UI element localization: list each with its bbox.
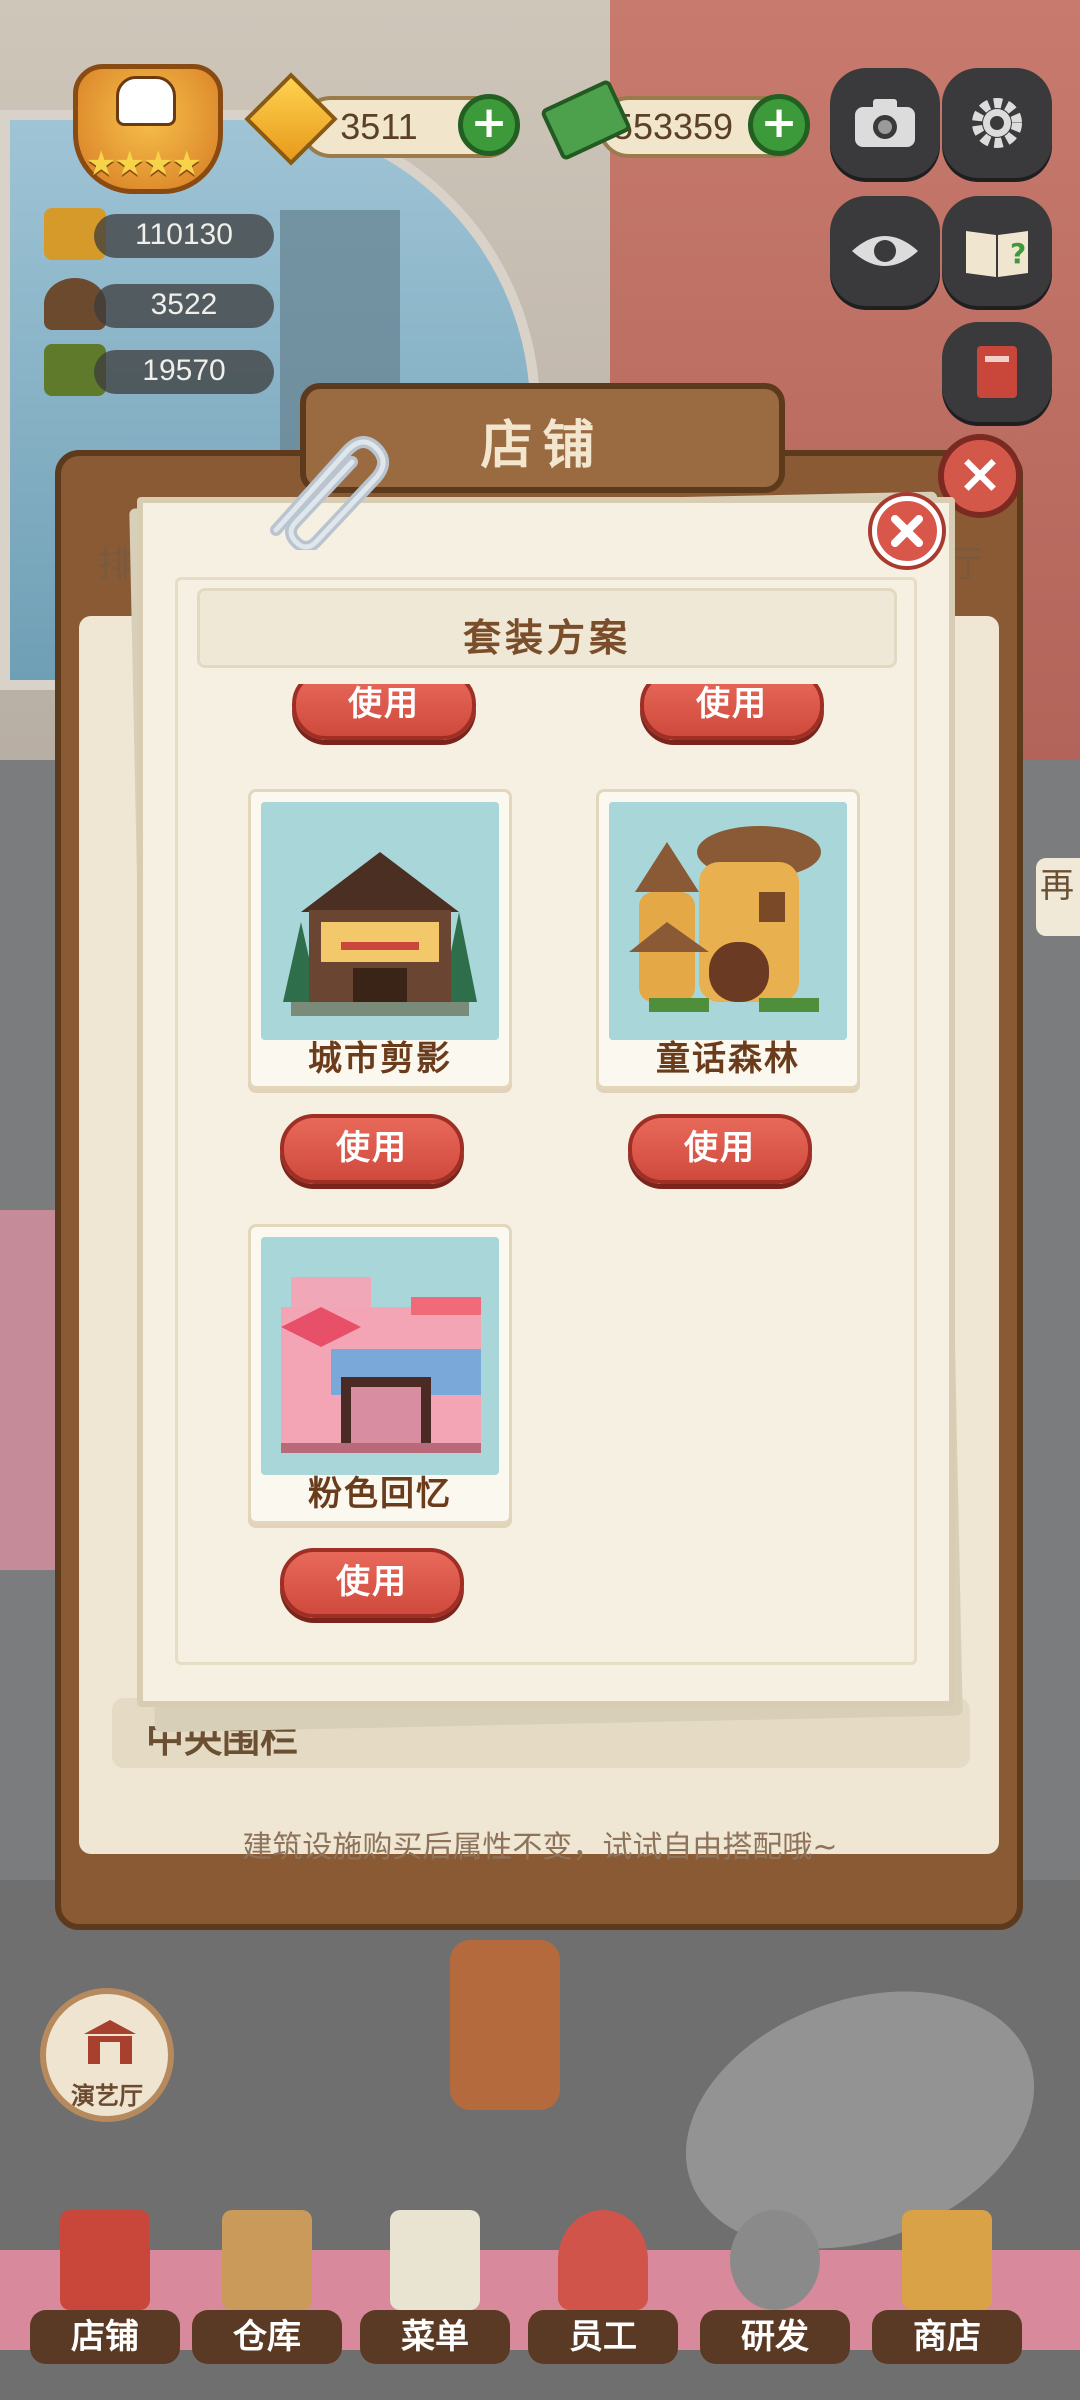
nav-warehouse[interactable]: 仓库	[192, 2210, 342, 2370]
outfit-card-fairy[interactable]: 童话森林	[596, 789, 860, 1089]
use-button[interactable]: 使用	[292, 684, 476, 740]
badge-stars: ★★★★	[86, 144, 202, 184]
nav-label: 员工	[528, 2310, 678, 2364]
planter-decoration	[450, 1940, 560, 2110]
bottom-nav: 店铺 仓库 菜单 员工 研发 商店	[0, 2180, 1080, 2400]
chef-avatar-icon	[558, 2210, 648, 2310]
outfit-plan-modal	[137, 497, 955, 1707]
help-button[interactable]: ?	[942, 196, 1052, 306]
nav-label: 店铺	[30, 2310, 180, 2364]
nav-staff[interactable]: 员工	[528, 2210, 678, 2370]
camera-button[interactable]	[830, 68, 940, 178]
card-name: 城市剪影	[308, 1039, 452, 1079]
camera-icon	[830, 68, 940, 178]
theater-button[interactable]: 演艺厅	[40, 1988, 174, 2122]
card-name: 粉色回忆	[308, 1474, 452, 1514]
help-book-icon: ?	[942, 196, 1052, 306]
side-tag[interactable]: 再	[1036, 858, 1080, 936]
modal-title: 套装方案	[462, 616, 631, 660]
storefront-icon	[902, 2210, 992, 2310]
chef-badge-icon[interactable]: ★★★★	[48, 64, 238, 194]
stat-value-1: 110130	[135, 218, 233, 251]
stat-value-2: 3522	[150, 288, 218, 321]
pink-shop-image	[261, 1237, 499, 1475]
shop-building-icon	[60, 2210, 150, 2310]
nav-shop[interactable]: 店铺	[30, 2210, 180, 2370]
close-icon: ×	[957, 442, 1003, 505]
settings-button[interactable]	[942, 68, 1052, 178]
recipe-button[interactable]	[942, 322, 1052, 422]
use-button[interactable]: 使用	[640, 684, 824, 740]
scrolled-row: 使用 使用	[140, 684, 940, 764]
close-icon	[891, 515, 923, 547]
outfit-card-city[interactable]: 城市剪影	[248, 789, 512, 1089]
outfit-card-pink[interactable]: 粉色回忆	[248, 1224, 512, 1524]
stat-value-3: 19570	[142, 354, 226, 387]
clipboard-icon	[390, 2210, 480, 2310]
svg-text:?: ?	[1010, 237, 1026, 270]
shop-hint-text: 建筑设施购买后属性不变，试试自由搭配哦~	[242, 1830, 838, 1865]
gear-icon	[942, 68, 1052, 178]
theater-icon	[84, 2020, 136, 2064]
modal-close-button[interactable]	[872, 496, 942, 566]
use-button-fairy[interactable]: 使用	[628, 1114, 812, 1184]
modal-header: 套装方案	[197, 588, 897, 668]
nav-label: 商店	[872, 2310, 1022, 2364]
nav-label: 菜单	[360, 2310, 510, 2364]
pot-icon	[730, 2210, 820, 2310]
use-button-city[interactable]: 使用	[280, 1114, 464, 1184]
city-lodge-image	[261, 802, 499, 1040]
chef-hat-icon	[116, 76, 176, 126]
eye-icon	[830, 196, 940, 306]
top-hud: ★★★★ 3511 + 553359 + 110130 3522 19570 ?	[0, 0, 1080, 422]
paperclip-icon	[256, 430, 396, 553]
nav-label: 研发	[700, 2310, 850, 2364]
nav-menu[interactable]: 菜单	[360, 2210, 510, 2370]
pink-sofa	[0, 1210, 60, 1570]
shop-left-tab[interactable]: 排	[98, 535, 134, 605]
view-button[interactable]	[830, 196, 940, 306]
nav-label: 仓库	[192, 2310, 342, 2364]
use-button-pink[interactable]: 使用	[280, 1548, 464, 1618]
fairy-house-image	[609, 802, 847, 1040]
card-name: 童话森林	[656, 1039, 800, 1079]
nav-store[interactable]: 商店	[872, 2210, 1022, 2370]
theater-label: 演艺厅	[71, 2082, 143, 2110]
nav-research[interactable]: 研发	[700, 2210, 850, 2370]
recipe-book-icon	[942, 322, 1052, 422]
box-icon	[222, 2210, 312, 2310]
add-cash-button[interactable]: +	[748, 94, 810, 156]
gems-pill: 3511 +	[300, 94, 520, 158]
add-gems-button[interactable]: +	[458, 94, 520, 156]
